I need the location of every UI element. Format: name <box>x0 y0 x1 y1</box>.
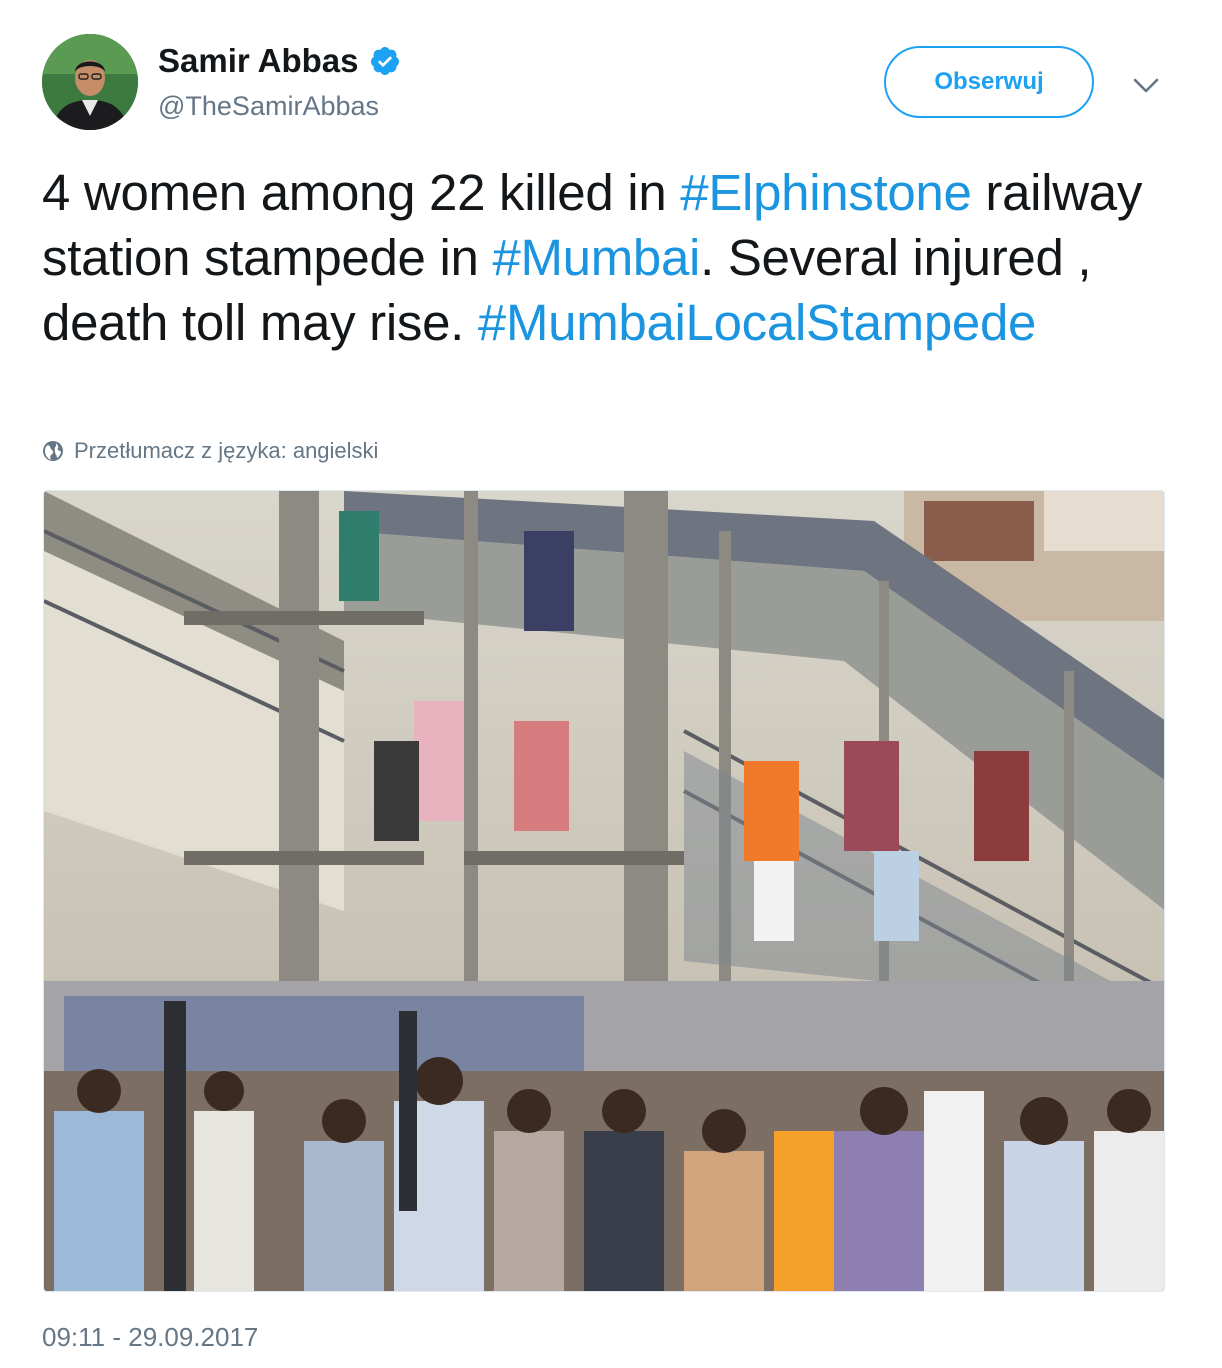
hashtag-link-elphinstone[interactable]: #Elphinstone <box>680 164 972 221</box>
timestamp[interactable]: 09:11 - 29.09.2017 <box>42 1322 258 1353</box>
chevron-down-icon[interactable] <box>1126 68 1166 102</box>
follow-button[interactable]: Obserwuj <box>884 46 1094 118</box>
avatar[interactable] <box>42 34 138 130</box>
author-name-row[interactable]: Samir Abbas <box>158 42 401 80</box>
tweet-card: Samir Abbas @TheSamirAbbas Obserwuj 4 wo… <box>0 0 1222 1368</box>
globe-icon <box>43 441 63 461</box>
handle[interactable]: @TheSamirAbbas <box>158 90 379 122</box>
hashtag-link-mumbai-local-stampede[interactable]: #MumbaiLocalStampede <box>478 294 1036 351</box>
verified-badge-icon <box>370 47 399 75</box>
tweet-text: 4 women among 22 killed in #Elphinstone … <box>42 160 1182 355</box>
hashtag-link-mumbai[interactable]: #Mumbai <box>492 229 700 286</box>
tweet-photo[interactable] <box>43 490 1165 1292</box>
translate-link[interactable]: Przetłumacz z języka: angielski <box>42 438 378 464</box>
translate-label[interactable]: Przetłumacz z języka: angielski <box>74 438 378 464</box>
tweet-text-segment: 4 women among 22 killed in <box>42 164 681 221</box>
stampede-photo <box>44 491 1164 1291</box>
person-avatar-icon <box>42 34 138 130</box>
display-name[interactable]: Samir Abbas <box>158 42 359 80</box>
